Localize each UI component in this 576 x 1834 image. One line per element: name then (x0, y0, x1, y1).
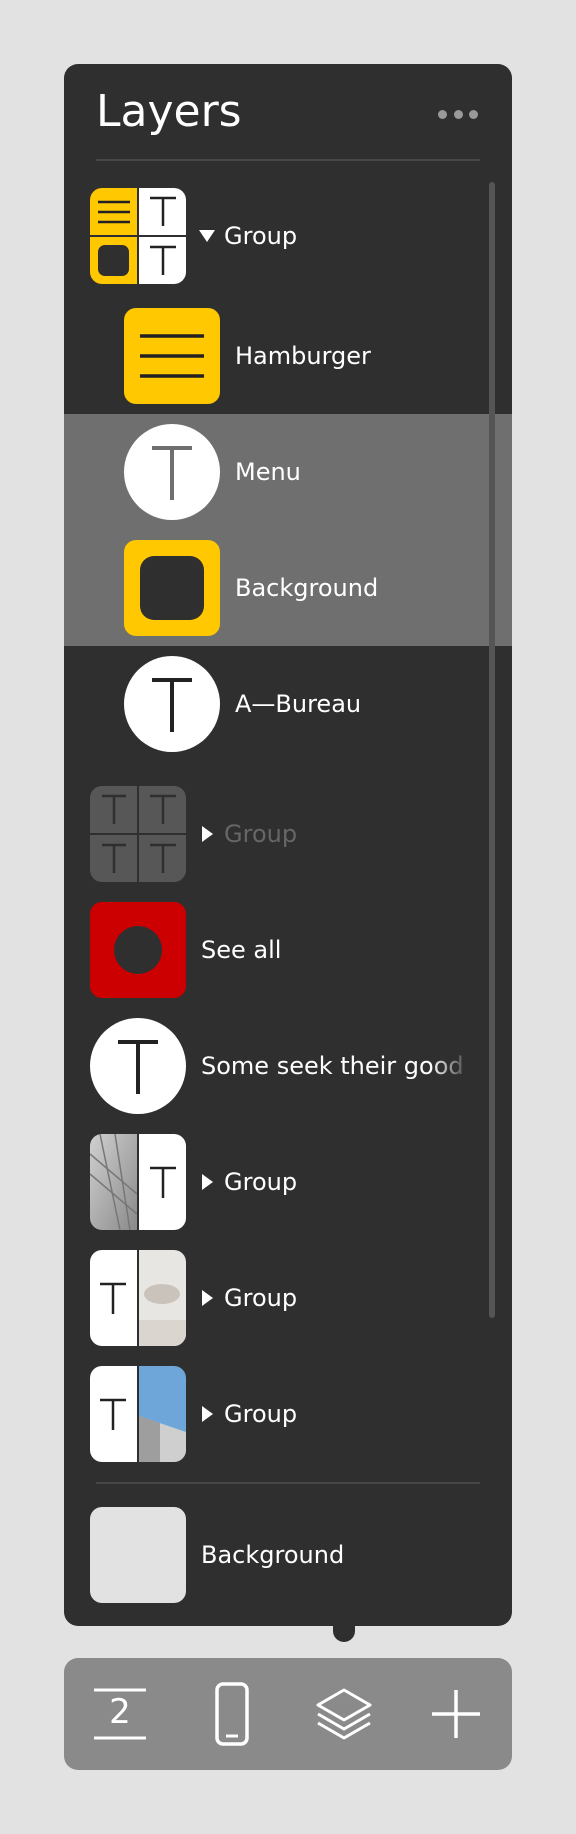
layer-row-group[interactable]: Group (64, 1250, 484, 1346)
red-circle-icon (90, 902, 186, 998)
layer-label: A—Bureau (235, 690, 362, 718)
layer-row-background[interactable]: Background (64, 540, 484, 636)
panel-pointer (333, 1620, 355, 1642)
layer-row-see-all[interactable]: See all (64, 902, 484, 998)
pages-button[interactable]: 2 (84, 1678, 156, 1750)
bottom-toolbar: 2 (64, 1658, 512, 1770)
hamburger-icon (124, 308, 220, 404)
layer-label: Group (224, 1400, 298, 1428)
page-number: 2 (109, 1692, 131, 1732)
expand-caret-icon[interactable] (202, 1406, 213, 1422)
layer-row-group-hidden[interactable]: Group (64, 786, 484, 882)
layers-icon (316, 1688, 372, 1740)
layer-row-artboard-background[interactable]: Background (64, 1507, 484, 1603)
layer-row-text[interactable]: Some seek their good c (64, 1018, 484, 1114)
header-divider (96, 159, 480, 161)
layer-label: Group (224, 1168, 298, 1196)
layer-row-group[interactable]: Group (64, 1134, 484, 1230)
add-button[interactable] (420, 1678, 492, 1750)
footer-divider (96, 1482, 480, 1484)
device-preview-button[interactable] (196, 1678, 268, 1750)
expand-caret-icon[interactable] (202, 826, 213, 842)
panel-title: Layers (96, 86, 242, 137)
group-thumbnail (90, 188, 186, 284)
light-gray-swatch (90, 1507, 186, 1603)
rounded-square-icon (124, 540, 220, 636)
text-icon (124, 656, 220, 752)
layer-label: Some seek their good c (201, 1052, 471, 1080)
layer-label: Background (201, 1541, 345, 1569)
layer-label: See all (201, 936, 282, 964)
group-thumbnail (90, 786, 186, 882)
layer-row-a-bureau[interactable]: A—Bureau (64, 656, 484, 752)
layers-panel: Layers Group Hamburger Menu Background A… (64, 64, 512, 1626)
group-thumbnail (90, 1366, 186, 1462)
layers-button[interactable] (308, 1678, 380, 1750)
device-icon (215, 1682, 249, 1746)
add-icon (432, 1690, 480, 1738)
more-options-icon[interactable] (438, 104, 478, 124)
expand-caret-icon[interactable] (202, 1290, 213, 1306)
layer-label: Group (224, 1284, 298, 1312)
group-thumbnail (90, 1250, 186, 1346)
expand-caret-icon[interactable] (202, 1174, 213, 1190)
layer-row-menu[interactable]: Menu (64, 424, 484, 520)
layer-label: Group (224, 820, 298, 848)
layer-label: Hamburger (235, 342, 371, 370)
scrollbar[interactable] (489, 182, 495, 1318)
layer-row-hamburger[interactable]: Hamburger (64, 308, 484, 404)
text-icon (90, 1018, 186, 1114)
text-icon (124, 424, 220, 520)
group-thumbnail (90, 1134, 186, 1230)
layer-label: Background (235, 574, 379, 602)
expand-caret-icon[interactable] (199, 230, 215, 242)
layer-label: Menu (235, 458, 301, 486)
layer-row-group[interactable]: Group (64, 1366, 484, 1462)
layer-label: Group (224, 222, 298, 250)
layer-row-group[interactable]: Group (64, 188, 484, 284)
